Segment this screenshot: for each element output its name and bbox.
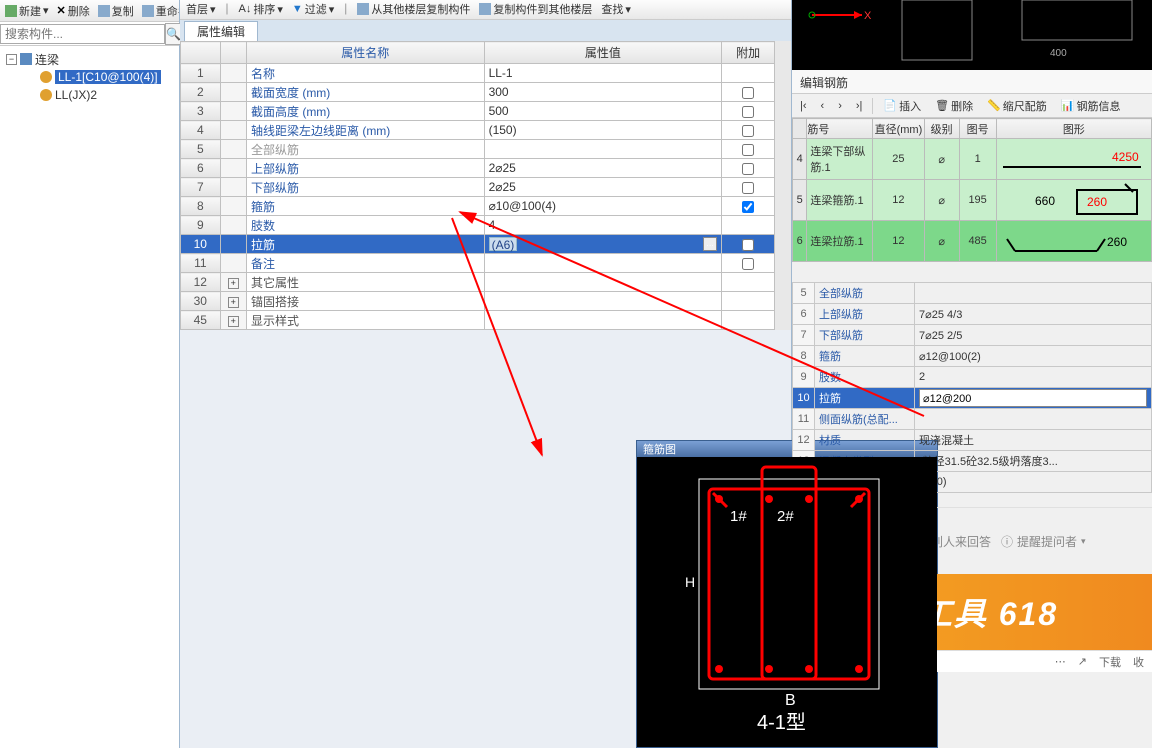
svg-text:1#: 1# xyxy=(730,508,747,525)
property-row[interactable]: 11备注 xyxy=(181,254,775,273)
new-button[interactable]: 新建▾ xyxy=(2,3,52,19)
copy-from-button[interactable]: 从其他楼层复制构件 xyxy=(354,1,473,17)
property-row[interactable]: 5全部纵筋 xyxy=(181,140,775,159)
property-row[interactable]: 3截面高度 (mm)500 xyxy=(181,102,775,121)
svg-text:660: 660 xyxy=(1035,194,1055,208)
find-button[interactable]: 查找▾ xyxy=(598,1,634,17)
nav-last[interactable]: ›| xyxy=(852,99,867,113)
property-row[interactable]: 6上部纵筋7⌀25 4/3 xyxy=(793,304,1152,325)
floor-combo[interactable]: 首层 ▾ xyxy=(183,1,219,17)
col-value-header: 属性值 xyxy=(484,42,722,64)
tree-node-label[interactable]: 连梁 xyxy=(35,51,59,68)
rename-button[interactable]: 重命名 xyxy=(139,3,179,19)
scale-rebar-button[interactable]: 📏缩尺配筋 xyxy=(983,97,1051,115)
property-row[interactable]: 10拉筋 xyxy=(793,388,1152,409)
property-row[interactable]: 1名称LL-1 xyxy=(181,64,775,83)
filter-button[interactable]: ▼过滤▾ xyxy=(289,1,337,17)
insert-button[interactable]: 📄插入 xyxy=(879,97,925,115)
copy-button[interactable]: 复制 xyxy=(95,3,137,19)
property-row[interactable]: 7下部纵筋7⌀25 2/5 xyxy=(793,325,1152,346)
rebar-toolbar: |‹ ‹ › ›| 📄插入 🗑删除 📏缩尺配筋 📊钢筋信息 xyxy=(792,94,1152,118)
svg-text:4-1型: 4-1型 xyxy=(757,711,806,734)
svg-text:H: H xyxy=(685,574,695,590)
attach-checkbox[interactable] xyxy=(742,87,754,99)
tree-collapse-icon[interactable]: − xyxy=(6,54,17,65)
property-row[interactable]: 7下部纵筋2⌀25 xyxy=(181,178,775,197)
tree-item[interactable]: LL-1[C10@100(4)] xyxy=(2,68,177,86)
property-row[interactable]: 11侧面纵筋(总配... xyxy=(793,409,1152,430)
attach-checkbox[interactable] xyxy=(742,163,754,175)
property-row[interactable]: 12材质现浇混凝土 xyxy=(793,430,1152,451)
col-name-header: 属性名称 xyxy=(246,42,484,64)
property-row[interactable]: 45+显示样式 xyxy=(181,311,775,330)
property-input[interactable] xyxy=(919,389,1147,407)
property-table: 属性名称 属性值 附加 1名称LL-12截面宽度 (mm)3003截面高度 (m… xyxy=(180,41,775,330)
download-link[interactable]: 下载 xyxy=(1099,654,1121,670)
more-icon[interactable]: ⋯ xyxy=(1055,655,1066,668)
property-row[interactable]: 10拉筋(A6)… xyxy=(181,235,775,254)
property-row[interactable]: 9肢数4 xyxy=(181,216,775,235)
rebar-icon xyxy=(40,71,52,83)
property-row[interactable]: 5全部纵筋 xyxy=(793,283,1152,304)
attach-checkbox[interactable] xyxy=(742,106,754,118)
delete-button[interactable]: ✕删除 xyxy=(54,3,93,19)
svg-text:B: B xyxy=(785,692,796,709)
rebar-panel-title: 编辑钢筋 xyxy=(792,70,1152,94)
component-tree: − 连梁 LL-1[C10@100(4)] LL(JX)2 xyxy=(0,46,179,748)
share-icon[interactable]: ↗ xyxy=(1078,655,1087,668)
property-row[interactable]: 30+锚固搭接 xyxy=(181,292,775,311)
sort-button[interactable]: A↓ 排序▾ xyxy=(236,1,286,17)
nav-first[interactable]: |‹ xyxy=(796,99,811,113)
search-input[interactable] xyxy=(0,24,165,44)
attach-checkbox[interactable] xyxy=(742,258,754,270)
rebar-table: 筋号 直径(mm) 级别 图号 图形 4连梁下部纵筋.125⌀142505连梁箍… xyxy=(792,118,1152,262)
property-row[interactable]: 4轴线距梁左边线距离 (mm)(150) xyxy=(181,121,775,140)
property-row[interactable]: 6上部纵筋2⌀25 xyxy=(181,159,775,178)
rebar-row[interactable]: 5连梁箍筋.112⌀195660260 xyxy=(793,180,1152,221)
svg-text:2#: 2# xyxy=(777,508,794,525)
tree-item[interactable]: LL(JX)2 xyxy=(2,86,177,104)
svg-text:260: 260 xyxy=(1107,235,1127,249)
rebar-info-button[interactable]: 📊钢筋信息 xyxy=(1057,97,1125,115)
attach-checkbox[interactable] xyxy=(742,125,754,137)
svg-text:X: X xyxy=(864,10,872,22)
nav-prev[interactable]: ‹ xyxy=(817,99,829,113)
attach-checkbox[interactable] xyxy=(742,144,754,156)
svg-text:260: 260 xyxy=(1087,195,1107,209)
nav-next[interactable]: › xyxy=(834,99,846,113)
scrollbar[interactable] xyxy=(775,41,791,330)
attach-checkbox[interactable] xyxy=(742,239,754,251)
left-toolbar: 新建▾ ✕删除 复制 重命名 楼层 xyxy=(0,0,179,22)
delete-rebar-button[interactable]: 🗑删除 xyxy=(931,97,977,115)
beam-icon xyxy=(20,53,32,65)
rebar-icon xyxy=(40,89,52,101)
attach-checkbox[interactable] xyxy=(742,201,754,213)
rebar-row[interactable]: 4连梁下部纵筋.125⌀14250 xyxy=(793,139,1152,180)
tab-properties[interactable]: 属性编辑 xyxy=(184,21,258,41)
remind-link[interactable]: ⓘ 提醒提问者▾ xyxy=(1001,533,1086,550)
property-row[interactable]: 9肢数2 xyxy=(793,367,1152,388)
property-row[interactable]: 2截面宽度 (mm)300 xyxy=(181,83,775,102)
svg-text:4250: 4250 xyxy=(1112,150,1139,164)
mid-toolbar: 首层 ▾｜ A↓ 排序▾ ▼过滤▾｜ 从其他楼层复制构件 复制构件到其他楼层 查… xyxy=(180,0,791,20)
property-row[interactable]: 8箍筋⌀12@100(2) xyxy=(793,346,1152,367)
attach-checkbox[interactable] xyxy=(742,182,754,194)
copy-to-button[interactable]: 复制构件到其他楼层 xyxy=(476,1,595,17)
cad-viewport[interactable]: X 400 xyxy=(792,0,1152,70)
collect-link[interactable]: 收 xyxy=(1133,654,1144,670)
col-attach-header: 附加 xyxy=(722,42,775,64)
property-row[interactable]: 12+其它属性 xyxy=(181,273,775,292)
stirrup-diagram-panel: 箍筋图 1# 2# H B 4-1型 xyxy=(636,440,938,748)
rebar-row[interactable]: 6连梁拉筋.112⌀485260 xyxy=(793,221,1152,262)
svg-text:400: 400 xyxy=(1050,48,1067,59)
property-row[interactable]: 8箍筋⌀10@100(4) xyxy=(181,197,775,216)
